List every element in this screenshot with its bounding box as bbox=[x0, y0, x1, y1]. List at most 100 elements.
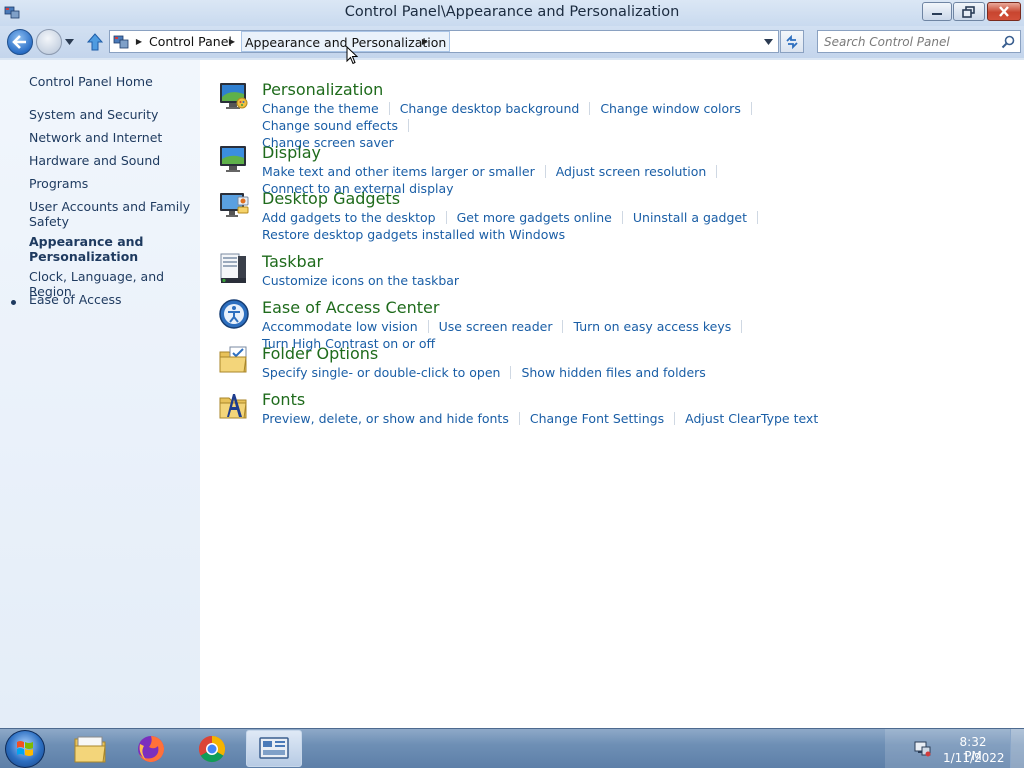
personalization-icon bbox=[220, 83, 248, 109]
main-content: Personalization Change the theme Change d… bbox=[200, 60, 1024, 728]
link-separator bbox=[757, 211, 759, 224]
title-bar: Control Panel\Appearance and Personaliza… bbox=[0, 0, 1024, 26]
link-easy-access-keys[interactable]: Turn on easy access keys bbox=[573, 319, 731, 334]
link-change-window-colors[interactable]: Change window colors bbox=[600, 101, 741, 116]
breadcrumb-arrow-icon[interactable]: ▶ bbox=[225, 31, 239, 52]
category-title-display[interactable]: Display bbox=[262, 143, 321, 162]
category-links: Specify single- or double-click to open S… bbox=[262, 364, 862, 381]
search-input[interactable] bbox=[824, 33, 994, 50]
search-icon[interactable] bbox=[1001, 35, 1015, 49]
sidebar-item-appearance-current: Appearance and Personalization bbox=[29, 234, 144, 264]
link-use-screen-reader[interactable]: Use screen reader bbox=[439, 319, 553, 334]
link-change-theme[interactable]: Change the theme bbox=[262, 101, 379, 116]
fonts-icon bbox=[219, 394, 247, 419]
recent-pages-button[interactable] bbox=[63, 35, 75, 49]
breadcrumb-arrow-icon[interactable]: ▶ bbox=[132, 31, 146, 52]
link-separator bbox=[510, 366, 512, 379]
forward-button[interactable] bbox=[36, 29, 62, 55]
taskbar-icon bbox=[220, 253, 246, 283]
navigation-bar: ▶ Control Panel ▶ Appearance and Persona… bbox=[0, 26, 1024, 58]
link-change-font-settings[interactable]: Change Font Settings bbox=[530, 411, 664, 426]
taskbar-control-panel[interactable] bbox=[246, 730, 302, 767]
category-title-personalization[interactable]: Personalization bbox=[262, 80, 383, 99]
refresh-icon bbox=[786, 34, 798, 49]
link-add-gadgets[interactable]: Add gadgets to the desktop bbox=[262, 210, 436, 225]
ease-of-access-icon bbox=[219, 299, 249, 329]
link-get-more-gadgets[interactable]: Get more gadgets online bbox=[457, 210, 612, 225]
start-button[interactable] bbox=[5, 730, 45, 768]
sidebar-item-programs[interactable]: Programs bbox=[29, 176, 194, 191]
chevron-down-icon bbox=[763, 38, 773, 45]
link-separator bbox=[750, 102, 752, 115]
category-title-desktop-gadgets[interactable]: Desktop Gadgets bbox=[262, 189, 400, 208]
link-separator bbox=[427, 320, 429, 333]
search-box[interactable] bbox=[817, 30, 1021, 53]
breadcrumb-control-panel[interactable]: Control Panel bbox=[149, 34, 232, 49]
link-separator bbox=[518, 412, 520, 425]
display-icon bbox=[220, 146, 246, 172]
link-separator bbox=[544, 165, 546, 178]
clock-date[interactable]: 1/11/2022 bbox=[943, 751, 1005, 765]
mouse-cursor-icon bbox=[346, 46, 358, 65]
breadcrumb-arrow-icon[interactable]: ▶ bbox=[418, 31, 432, 52]
chrome-icon bbox=[198, 735, 226, 762]
sidebar-item-control-panel-home[interactable]: Control Panel Home bbox=[29, 74, 194, 89]
chevron-down-icon bbox=[64, 39, 74, 45]
windows-logo-icon bbox=[17, 741, 33, 756]
link-adjust-screen-resolution[interactable]: Adjust screen resolution bbox=[556, 164, 707, 179]
link-separator bbox=[674, 412, 676, 425]
taskbar: 8:32 PM 1/11/2022 bbox=[0, 728, 1024, 768]
sidebar-item-hardware-sound[interactable]: Hardware and Sound bbox=[29, 153, 194, 168]
window-title: Control Panel\Appearance and Personaliza… bbox=[344, 4, 680, 20]
restore-button[interactable] bbox=[953, 2, 985, 21]
category-links: Customize icons on the taskbar bbox=[262, 272, 862, 289]
close-icon bbox=[999, 6, 1009, 17]
close-button[interactable] bbox=[987, 2, 1021, 21]
show-desktop-button[interactable] bbox=[1010, 729, 1024, 768]
category-title-folder-options[interactable]: Folder Options bbox=[262, 344, 378, 363]
network-icon[interactable] bbox=[914, 741, 932, 757]
file-explorer-icon bbox=[74, 736, 106, 762]
back-button[interactable] bbox=[7, 29, 33, 55]
link-separator bbox=[716, 165, 718, 178]
link-adjust-cleartype[interactable]: Adjust ClearType text bbox=[685, 411, 818, 426]
link-restore-gadgets[interactable]: Restore desktop gadgets installed with W… bbox=[262, 227, 565, 242]
link-show-hidden-files[interactable]: Show hidden files and folders bbox=[521, 365, 705, 380]
link-preview-fonts[interactable]: Preview, delete, or show and hide fonts bbox=[262, 411, 509, 426]
link-separator bbox=[388, 102, 390, 115]
minimize-icon bbox=[932, 12, 942, 15]
restore-icon bbox=[962, 5, 975, 18]
category-links: Add gadgets to the desktop Get more gadge… bbox=[262, 209, 862, 243]
gadgets-icon bbox=[220, 193, 249, 217]
taskbar-file-explorer[interactable] bbox=[62, 730, 118, 767]
link-accommodate-low-vision[interactable]: Accommodate low vision bbox=[262, 319, 418, 334]
category-title-ease-of-access[interactable]: Ease of Access Center bbox=[262, 298, 439, 317]
taskbar-firefox[interactable] bbox=[123, 730, 179, 767]
link-uninstall-gadget[interactable]: Uninstall a gadget bbox=[633, 210, 747, 225]
link-change-sound-effects[interactable]: Change sound effects bbox=[262, 118, 398, 133]
current-item-bullet bbox=[11, 300, 16, 305]
category-links: Change the theme Change desktop backgroun… bbox=[262, 100, 862, 151]
address-bar[interactable]: ▶ Control Panel ▶ Appearance and Persona… bbox=[109, 30, 779, 53]
sidebar-item-ease-of-access[interactable]: Ease of Access bbox=[29, 292, 194, 307]
link-single-double-click[interactable]: Specify single- or double-click to open bbox=[262, 365, 500, 380]
sidebar-item-system-security[interactable]: System and Security bbox=[29, 107, 194, 122]
category-title-taskbar[interactable]: Taskbar bbox=[262, 252, 323, 271]
minimize-button[interactable] bbox=[922, 2, 952, 21]
taskbar-chrome[interactable] bbox=[184, 730, 240, 767]
back-arrow-icon bbox=[12, 35, 26, 49]
link-separator bbox=[408, 119, 410, 132]
link-separator bbox=[621, 211, 623, 224]
category-title-fonts[interactable]: Fonts bbox=[262, 390, 305, 409]
control-panel-icon bbox=[259, 736, 289, 759]
sidebar-item-user-accounts[interactable]: User Accounts and Family Safety bbox=[29, 199, 194, 229]
sidebar: Control Panel Home System and Security N… bbox=[0, 60, 200, 728]
refresh-button[interactable] bbox=[780, 30, 804, 53]
link-customize-taskbar-icons[interactable]: Customize icons on the taskbar bbox=[262, 273, 459, 288]
up-button[interactable] bbox=[85, 31, 105, 53]
link-change-desktop-background[interactable]: Change desktop background bbox=[400, 101, 580, 116]
link-separator bbox=[741, 320, 743, 333]
sidebar-item-network-internet[interactable]: Network and Internet bbox=[29, 130, 194, 145]
link-make-text-larger[interactable]: Make text and other items larger or smal… bbox=[262, 164, 535, 179]
address-dropdown-button[interactable] bbox=[760, 31, 776, 52]
